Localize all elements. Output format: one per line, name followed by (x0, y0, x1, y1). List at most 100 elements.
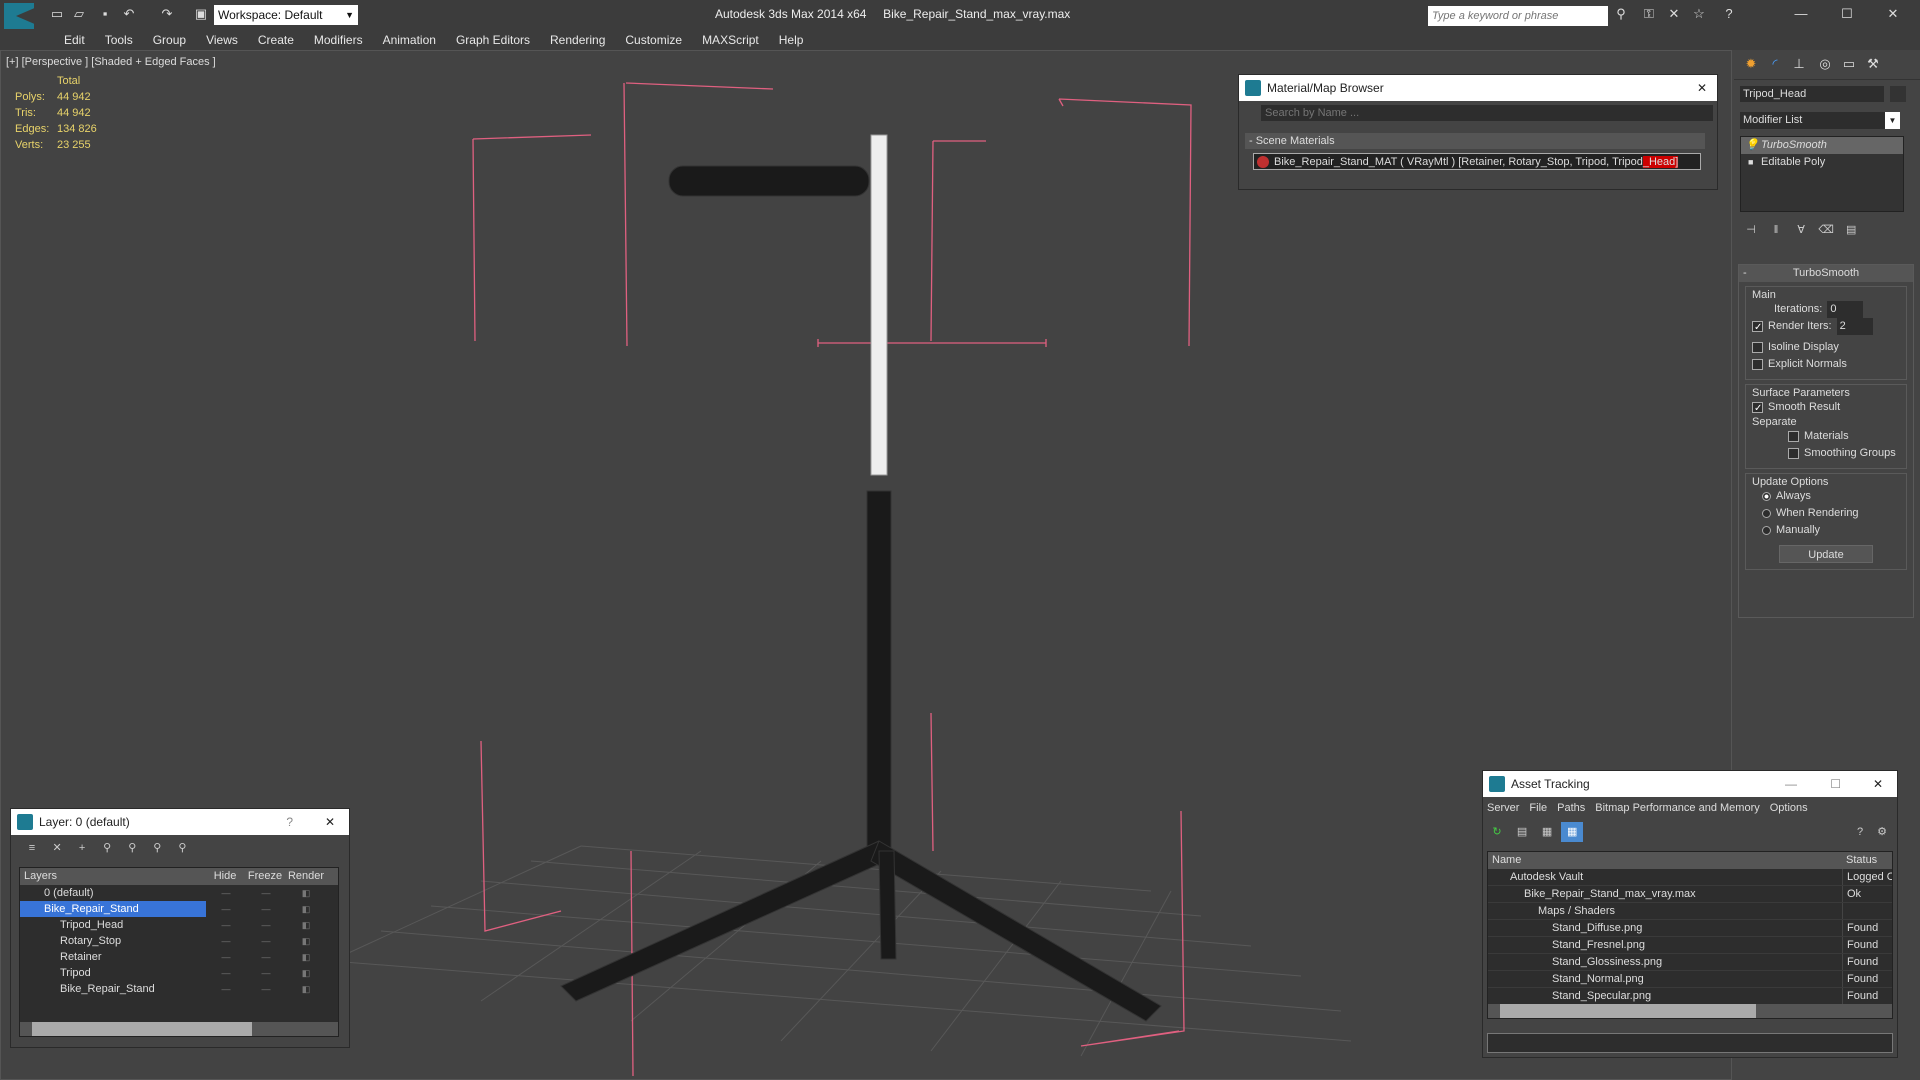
collapse-icon[interactable]: - (1743, 265, 1747, 282)
menu-maxscript[interactable]: MAXScript (692, 30, 769, 50)
freeze-all-icon[interactable]: ⚲ (171, 838, 193, 858)
utilities-tab-icon[interactable]: ⚒ (1864, 55, 1882, 73)
isoline-checkbox[interactable] (1752, 341, 1763, 353)
freeze-toggle-icon[interactable]: — (246, 981, 286, 997)
horizontal-scrollbar[interactable] (1488, 1004, 1892, 1018)
scrollbar-thumb[interactable] (1500, 1004, 1756, 1018)
menu-animation[interactable]: Animation (373, 30, 446, 50)
materials-checkbox[interactable] (1788, 430, 1799, 442)
layer-name[interactable]: Tripod_Head (20, 917, 206, 933)
close-icon[interactable]: ✕ (325, 809, 335, 835)
render-toggle-icon[interactable]: ◧ (286, 917, 326, 933)
hide-toggle-icon[interactable]: — (206, 949, 246, 965)
layer-name[interactable]: 0 (default) (20, 885, 206, 901)
menu-customize[interactable]: Customize (615, 30, 692, 50)
explicit-normals-checkbox[interactable] (1752, 358, 1763, 370)
layer-row[interactable]: Bike_Repair_Stand — — ◧ (20, 901, 338, 917)
new-icon[interactable]: ▭ (48, 5, 66, 23)
menu-create[interactable]: Create (248, 30, 304, 50)
show-end-result-icon[interactable]: ‖ (1765, 220, 1787, 240)
col-freeze[interactable]: Freeze (244, 868, 286, 885)
select-layer-icon[interactable]: ⚲ (96, 838, 118, 858)
asset-row[interactable]: Maps / Shaders (1488, 903, 1892, 920)
keyword-search-input[interactable] (1428, 6, 1608, 26)
undo-icon[interactable]: ↶ (120, 5, 138, 23)
menu-group[interactable]: Group (143, 30, 196, 50)
asset-row[interactable]: Stand_Glossiness.png Found (1488, 954, 1892, 971)
layer-row[interactable]: Bike_Repair_Stand — — ◧ (20, 981, 338, 997)
scrollbar-thumb[interactable] (32, 1022, 252, 1036)
star-icon[interactable]: ☆ (1690, 5, 1708, 23)
pin-stack-icon[interactable]: ⊣ (1740, 220, 1762, 240)
asset-row[interactable]: Stand_Normal.png Found (1488, 971, 1892, 988)
hide-all-icon[interactable]: ⚲ (146, 838, 168, 858)
bulb-icon[interactable]: 💡 (1745, 137, 1759, 154)
redo-icon[interactable]: ↷ (158, 5, 176, 23)
render-iters-spinner[interactable]: 2 (1836, 318, 1873, 335)
maximize-icon[interactable]: ☐ (1830, 771, 1841, 797)
close-icon[interactable]: ✕ (1884, 5, 1902, 23)
project-icon[interactable]: ▣ (192, 5, 210, 23)
menu-modifiers[interactable]: Modifiers (304, 30, 373, 50)
asset-menu-file[interactable]: File (1529, 802, 1547, 814)
render-toggle-icon[interactable]: ◧ (286, 965, 326, 981)
tools-icon[interactable]: ✕ (1665, 5, 1683, 23)
layer-row[interactable]: 0 (default) — — ◧ (20, 885, 338, 901)
stack-item-turbosmooth[interactable]: 💡 TurboSmooth (1741, 137, 1903, 154)
make-unique-icon[interactable]: ∀ (1790, 220, 1812, 240)
hide-toggle-icon[interactable]: — (206, 917, 246, 933)
update-button[interactable]: Update (1779, 545, 1873, 563)
close-icon[interactable]: ✕ (1873, 771, 1883, 797)
menu-graph-editors[interactable]: Graph Editors (446, 30, 540, 50)
tree-view-icon[interactable]: ▦ (1536, 822, 1558, 842)
save-icon[interactable]: ▪ (96, 5, 114, 23)
layer-name[interactable]: Bike_Repair_Stand (20, 901, 206, 917)
menu-rendering[interactable]: Rendering (540, 30, 615, 50)
freeze-toggle-icon[interactable]: — (246, 933, 286, 949)
binoculars-icon[interactable]: ⚲ (1612, 5, 1630, 23)
material-search-input[interactable] (1261, 105, 1713, 121)
asset-row[interactable]: Stand_Specular.png Found (1488, 988, 1892, 1005)
layer-row[interactable]: Rotary_Stop — — ◧ (20, 933, 338, 949)
asset-row[interactable]: Stand_Fresnel.png Found (1488, 937, 1892, 954)
modifier-list-dropdown[interactable]: Modifier List ▼ (1740, 112, 1900, 129)
freeze-toggle-icon[interactable]: — (246, 949, 286, 965)
freeze-toggle-icon[interactable]: — (246, 885, 286, 901)
material-item[interactable]: Bike_Repair_Stand_MAT ( VRayMtl ) [Retai… (1253, 153, 1701, 170)
smoothing-groups-checkbox[interactable] (1788, 447, 1799, 459)
asset-row[interactable]: Autodesk Vault Logged O (1488, 869, 1892, 886)
help-icon[interactable]: ? (286, 809, 293, 835)
col-layers[interactable]: Layers (20, 868, 206, 885)
when-rendering-radio[interactable] (1762, 508, 1771, 518)
stack-item-editable-poly[interactable]: ■ Editable Poly (1741, 154, 1903, 171)
menu-views[interactable]: Views (196, 30, 248, 50)
expand-icon[interactable]: ■ (1748, 154, 1753, 171)
list-view-icon[interactable]: ▤ (1511, 822, 1533, 842)
manually-radio[interactable] (1762, 525, 1771, 535)
maximize-icon[interactable]: ☐ (1838, 5, 1856, 23)
layer-row[interactable]: Tripod_Head — — ◧ (20, 917, 338, 933)
always-radio[interactable] (1762, 491, 1771, 501)
help-icon[interactable]: ? (1849, 822, 1871, 842)
iterations-spinner[interactable]: 0 (1827, 301, 1864, 318)
render-toggle-icon[interactable]: ◧ (286, 885, 326, 901)
refresh-icon[interactable]: ↻ (1486, 822, 1508, 842)
layer-name[interactable]: Retainer (20, 949, 206, 965)
new-layer-icon[interactable]: ≡ (21, 838, 43, 858)
menu-help[interactable]: Help (769, 30, 814, 50)
table-view-icon[interactable]: ▦ (1561, 822, 1584, 842)
key-icon[interactable]: ⚿ (1640, 5, 1658, 23)
add-to-layer-icon[interactable]: + (71, 838, 93, 858)
col-render[interactable]: Render (286, 868, 326, 885)
highlight-layer-icon[interactable]: ⚲ (121, 838, 143, 858)
freeze-toggle-icon[interactable]: — (246, 965, 286, 981)
asset-path-field[interactable] (1487, 1033, 1893, 1053)
render-iters-checkbox[interactable] (1752, 319, 1763, 336)
menu-edit[interactable]: Edit (54, 30, 95, 50)
asset-row[interactable]: Bike_Repair_Stand_max_vray.max Ok (1488, 886, 1892, 903)
render-toggle-icon[interactable]: ◧ (286, 949, 326, 965)
scene-materials-header[interactable]: - Scene Materials (1245, 133, 1705, 149)
help-icon[interactable]: ? (1720, 5, 1738, 23)
asset-row[interactable]: Stand_Diffuse.png Found (1488, 920, 1892, 937)
asset-menu-options[interactable]: Options (1770, 802, 1808, 814)
